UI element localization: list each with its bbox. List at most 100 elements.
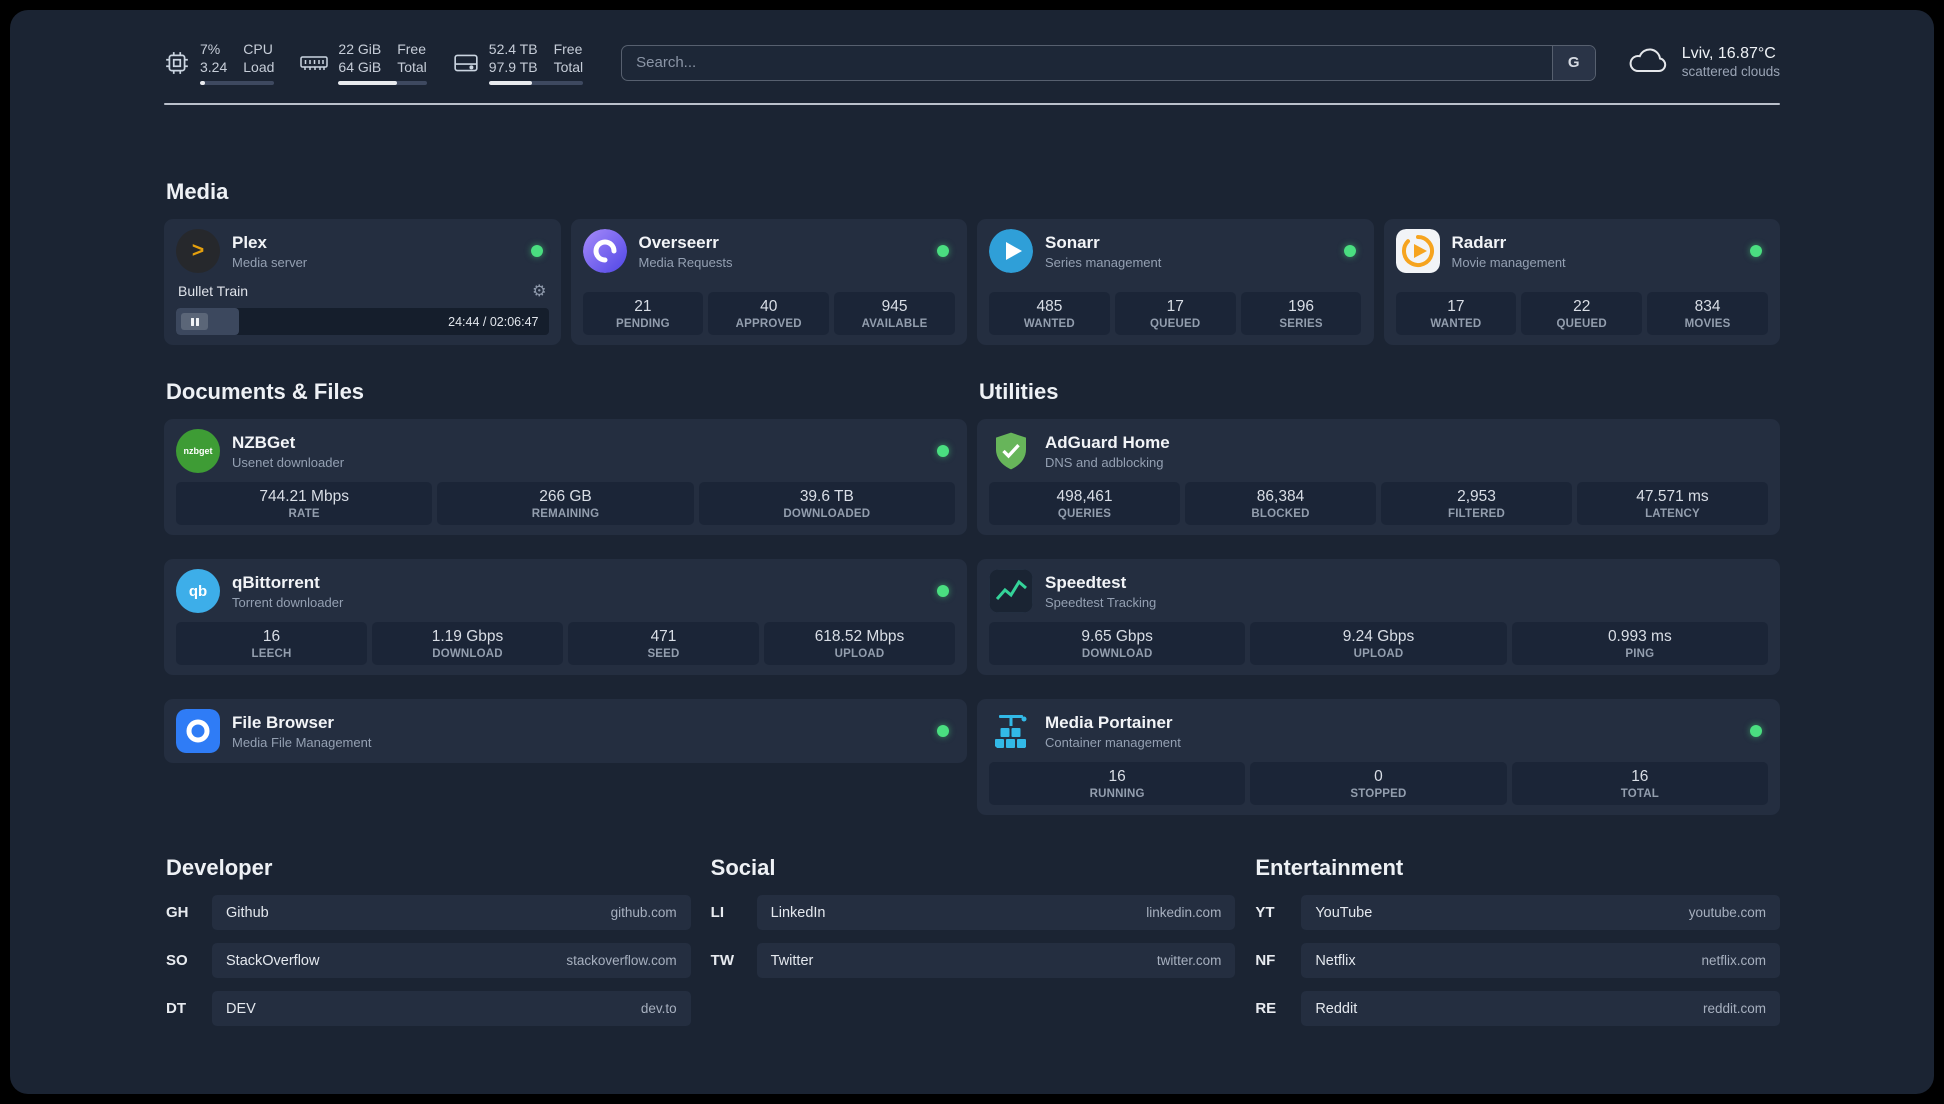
bookmark-link[interactable]: Netflix netflix.com [1301,943,1780,979]
disk-widget: 52.4 TB 97.9 TB Free Total [453,40,584,86]
stat-rate: 744.21 Mbps RATE [176,482,433,526]
cpu-label: CPU [243,41,273,57]
bookmark-link[interactable]: DEV dev.to [212,991,691,1027]
media-section-title: Media [166,179,229,205]
weather-condition: scattered clouds [1681,64,1780,80]
bookmark-link[interactable]: Reddit reddit.com [1301,991,1780,1027]
bookmark-link[interactable]: StackOverflow stackoverflow.com [212,943,691,979]
plex-now-playing: Bullet Train ⚙ 24:44 / 02:06:47 [176,273,549,336]
adguard-card[interactable]: AdGuard Home DNS and adblocking 498,461 … [977,419,1780,536]
bookmark-link[interactable]: YouTube youtube.com [1301,895,1780,931]
search-input[interactable] [622,54,1552,72]
qbittorrent-icon: qb [176,569,220,614]
sonarr-subtitle: Series management [1045,255,1162,271]
stat-download: 1.19 Gbps DOWNLOAD [372,622,563,666]
nzbget-subtitle: Usenet downloader [232,455,345,471]
disk-icon [453,52,479,74]
plex-card[interactable]: > Plex Media server Bullet Train ⚙ 24:44… [164,219,561,346]
overseerr-name: Overseerr [638,232,719,252]
top-bar: 7% 3.24 CPU Load 22 GiB 64 GiB Free Tota… [164,10,1780,86]
qbittorrent-name: qBittorrent [232,572,320,592]
utilities-section-title: Utilities [979,379,1059,405]
stat-latency: 47.571 ms LATENCY [1577,482,1768,526]
entertainment-section-title: Entertainment [1255,855,1404,881]
plex-name: Plex [232,232,267,252]
speedtest-icon [989,569,1033,614]
plex-status-dot [530,245,543,258]
portainer-subtitle: Container management [1045,735,1181,751]
qbittorrent-subtitle: Torrent downloader [232,595,344,611]
disk-total: 97.9 TB [488,59,538,76]
qbittorrent-card[interactable]: qb qBittorrent Torrent downloader 16 LEE… [164,559,967,676]
bookmark-twitter: TW Twitter twitter.com [709,943,1236,979]
memory-free: 22 GiB [338,41,382,57]
portainer-icon [989,709,1033,753]
disk-progress-bar [488,81,584,86]
portainer-status-dot [1750,725,1762,738]
sonarr-name: Sonarr [1045,232,1100,252]
filebrowser-status-dot [937,725,949,738]
stat-leech: 16 LEECH [176,622,367,666]
bookmark-abbr: TW [710,952,734,970]
weather-cloud-icon [1626,45,1670,80]
sonarr-icon [989,229,1033,274]
bookmark-link[interactable]: Github github.com [212,895,691,931]
stat-ping: 0.993 ms PING [1511,622,1768,666]
disk-label-free: Free [553,41,583,57]
social-bookmarks: Social LI LinkedIn linkedin.com TW Twitt… [709,855,1236,991]
bookmark-abbr: YT [1255,904,1275,922]
radarr-icon [1395,229,1440,274]
disk-free: 52.4 TB [488,41,538,57]
nzbget-card[interactable]: nzbget NZBGet Usenet downloader 744.21 M… [164,419,967,536]
bookmark-abbr: SO [166,952,188,970]
plex-subtitle: Media server [232,255,308,271]
playback-time: 24:44 / 02:06:47 [448,314,539,329]
documents-column: Documents & Files nzbget NZBGet Usenet d… [164,379,967,764]
radarr-card[interactable]: Radarr Movie management 17 WANTED 22 QUE… [1383,219,1780,346]
memory-progress-bar [338,81,427,86]
qbittorrent-status-dot [937,585,949,598]
bookmark-reddit: RE Reddit reddit.com [1253,991,1780,1027]
sonarr-card[interactable]: Sonarr Series management 485 WANTED 17 Q… [977,219,1374,346]
portainer-card[interactable]: Media Portainer Container management 16 … [977,699,1780,816]
stat-upload: 618.52 Mbps UPLOAD [764,622,955,666]
adguard-icon [989,429,1033,473]
utilities-column: Utilities AdGuard Home DNS and adblockin… [977,379,1780,816]
playback-progress-bar[interactable]: 24:44 / 02:06:47 [176,308,549,336]
memory-label-total: Total [397,59,427,76]
developer-bookmarks: Developer GH Github github.com SO StackO… [164,855,691,1039]
sonarr-status-dot [1343,245,1356,258]
stat-wanted: 485 WANTED [989,292,1110,336]
stat-total: 16 TOTAL [1511,762,1768,806]
bookmark-abbr: NF [1255,952,1276,970]
plex-icon: > [176,229,220,274]
disk-label-total: Total [553,59,584,76]
memory-icon [300,52,329,74]
social-section-title: Social [710,855,776,881]
filebrowser-card[interactable]: File Browser Media File Management [164,699,967,764]
weather-widget: Lviv, 16.87°C scattered clouds [1626,44,1780,81]
overseerr-status-dot [937,245,949,258]
bookmark-link[interactable]: Twitter twitter.com [756,943,1236,979]
radarr-status-dot [1750,245,1762,258]
search-engine-button[interactable]: G [1551,45,1595,80]
bookmark-link[interactable]: LinkedIn linkedin.com [756,895,1236,931]
gear-icon[interactable]: ⚙ [532,281,546,301]
memory-total: 64 GiB [338,59,382,76]
cpu-percent: 7% [200,41,221,57]
cpu-widget: 7% 3.24 CPU Load [164,40,275,86]
documents-section-title: Documents & Files [166,379,365,405]
stat-queued: 22 QUEUED [1521,292,1643,336]
filebrowser-icon [176,709,220,754]
stat-available: 945 AVAILABLE [834,292,955,336]
speedtest-card[interactable]: Speedtest Speedtest Tracking 9.65 Gbps D… [977,559,1780,676]
cpu-icon [164,50,190,76]
now-playing-title: Bullet Train [178,283,249,300]
stat-series: 196 SERIES [1240,292,1362,336]
filebrowser-name: File Browser [232,712,335,732]
nzbget-name: NZBGet [232,432,296,452]
overseerr-card[interactable]: Overseerr Media Requests 21 PENDING 40 A… [570,219,967,346]
pause-button[interactable] [181,313,208,331]
media-card-row: > Plex Media server Bullet Train ⚙ 24:44… [164,219,1780,346]
radarr-name: Radarr [1451,232,1507,252]
